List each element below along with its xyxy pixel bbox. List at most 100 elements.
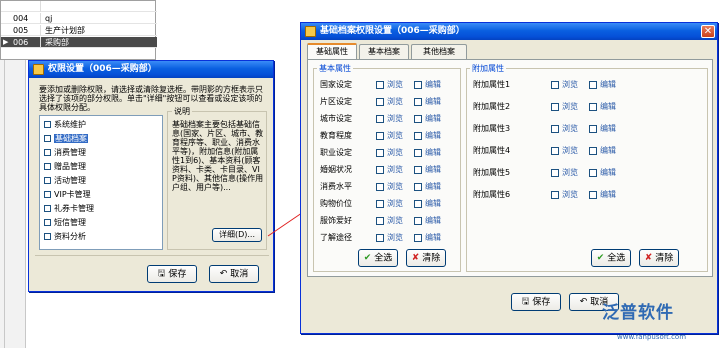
edit-checkbox[interactable]: 编辑 [589, 189, 616, 201]
browse-checkbox[interactable]: 浏览 [551, 123, 578, 135]
checkbox[interactable] [551, 80, 559, 89]
checkbox[interactable] [376, 199, 384, 208]
browse-checkbox[interactable]: 浏览 [376, 113, 403, 125]
checkbox[interactable] [589, 168, 597, 177]
brand-url: www.fanpusoft.com [617, 333, 687, 341]
edit-label: 编辑 [425, 199, 441, 208]
app-icon [305, 26, 316, 37]
checkbox[interactable] [589, 80, 597, 89]
tab-panel: 基本属性 国家设定 浏览 编辑 片区设定 浏览 编辑 城市设定 浏览 编辑 教育程度 浏览 编辑 职业设… [307, 59, 713, 277]
checkbox[interactable] [589, 124, 597, 133]
browse-label: 浏览 [562, 102, 578, 111]
edit-checkbox[interactable]: 编辑 [589, 79, 616, 91]
checkbox[interactable] [376, 233, 384, 242]
browse-checkbox[interactable]: 浏览 [551, 189, 578, 201]
property-label: 了解途径 [320, 233, 352, 242]
checkbox[interactable] [414, 114, 422, 123]
save-button[interactable]: 🖫 保存 [511, 293, 561, 311]
checkbox[interactable] [551, 102, 559, 111]
edit-label: 编辑 [425, 80, 441, 89]
checkbox[interactable] [376, 216, 384, 225]
edit-checkbox[interactable]: 编辑 [414, 198, 441, 210]
checkbox[interactable] [414, 80, 422, 89]
browse-checkbox[interactable]: 浏览 [551, 101, 578, 113]
checkbox[interactable] [551, 168, 559, 177]
edit-label: 编辑 [425, 182, 441, 191]
browse-label: 浏览 [387, 182, 403, 191]
checkbox[interactable] [551, 146, 559, 155]
checkbox[interactable] [376, 131, 384, 140]
checkbox[interactable] [376, 114, 384, 123]
edit-checkbox[interactable]: 编辑 [414, 232, 441, 244]
clear-button[interactable]: ✘ 清除 [639, 249, 679, 267]
browse-checkbox[interactable]: 浏览 [376, 96, 403, 108]
close-icon[interactable]: ✕ [701, 25, 715, 38]
checkbox[interactable] [551, 124, 559, 133]
browse-checkbox[interactable]: 浏览 [376, 147, 403, 159]
browse-label: 浏览 [562, 168, 578, 177]
browse-checkbox[interactable]: 浏览 [376, 130, 403, 142]
checkbox[interactable] [414, 216, 422, 225]
edit-checkbox[interactable]: 编辑 [414, 147, 441, 159]
edit-label: 编辑 [425, 131, 441, 140]
browse-label: 浏览 [562, 146, 578, 155]
checkbox[interactable] [589, 146, 597, 155]
checkbox[interactable] [414, 199, 422, 208]
browse-checkbox[interactable]: 浏览 [376, 164, 403, 176]
checkbox[interactable] [376, 165, 384, 174]
checkbox[interactable] [376, 182, 384, 191]
browse-checkbox[interactable]: 浏览 [376, 181, 403, 193]
edit-checkbox[interactable]: 编辑 [589, 123, 616, 135]
edit-label: 编辑 [425, 97, 441, 106]
clear-button[interactable]: ✘ 清除 [406, 249, 446, 267]
tab-other-archive[interactable]: 其他档案 [411, 44, 467, 59]
check-icon: ✔ [596, 253, 605, 263]
checkbox[interactable] [414, 131, 422, 140]
checkbox[interactable] [589, 190, 597, 199]
checkbox[interactable] [414, 148, 422, 157]
basic-properties-group: 基本属性 国家设定 浏览 编辑 片区设定 浏览 编辑 城市设定 浏览 编辑 教育程度 浏览 编辑 职业设… [313, 63, 461, 272]
select-all-button[interactable]: ✔ 全选 [591, 249, 631, 267]
edit-checkbox[interactable]: 编辑 [414, 164, 441, 176]
property-label: 国家设定 [320, 80, 352, 89]
edit-label: 编辑 [425, 165, 441, 174]
tab-basic-properties[interactable]: 基础属性 [307, 43, 357, 59]
checkbox[interactable] [376, 80, 384, 89]
checkbox[interactable] [414, 97, 422, 106]
property-label: 购物价位 [320, 199, 352, 208]
edit-checkbox[interactable]: 编辑 [589, 101, 616, 113]
checkbox[interactable] [376, 148, 384, 157]
checkbox[interactable] [376, 97, 384, 106]
edit-checkbox[interactable]: 编辑 [414, 79, 441, 91]
edit-checkbox[interactable]: 编辑 [414, 130, 441, 142]
edit-label: 编辑 [425, 233, 441, 242]
edit-checkbox[interactable]: 编辑 [414, 96, 441, 108]
property-label: 教育程度 [320, 131, 352, 140]
browse-checkbox[interactable]: 浏览 [551, 167, 578, 179]
browse-checkbox[interactable]: 浏览 [376, 232, 403, 244]
property-label: 附加属性5 [473, 168, 511, 177]
browse-label: 浏览 [562, 190, 578, 199]
archive-dialog-title: 基础档案权限设置（006—采购部） [320, 26, 465, 36]
browse-checkbox[interactable]: 浏览 [376, 215, 403, 227]
checkbox[interactable] [414, 233, 422, 242]
browse-label: 浏览 [387, 148, 403, 157]
browse-checkbox[interactable]: 浏览 [551, 145, 578, 157]
edit-checkbox[interactable]: 编辑 [414, 215, 441, 227]
edit-checkbox[interactable]: 编辑 [414, 113, 441, 125]
checkbox[interactable] [414, 165, 422, 174]
browse-checkbox[interactable]: 浏览 [551, 79, 578, 91]
checkbox[interactable] [414, 182, 422, 191]
browse-label: 浏览 [387, 165, 403, 174]
browse-checkbox[interactable]: 浏览 [376, 198, 403, 210]
property-label: 附加属性4 [473, 146, 511, 155]
tab-basic-archive[interactable]: 基本档案 [359, 44, 409, 59]
edit-checkbox[interactable]: 编辑 [589, 167, 616, 179]
browse-checkbox[interactable]: 浏览 [376, 79, 403, 91]
archive-dialog-titlebar[interactable]: 基础档案权限设置（006—采购部） ✕ [301, 23, 717, 40]
edit-checkbox[interactable]: 编辑 [414, 181, 441, 193]
checkbox[interactable] [589, 102, 597, 111]
edit-checkbox[interactable]: 编辑 [589, 145, 616, 157]
select-all-button[interactable]: ✔ 全选 [358, 249, 398, 267]
checkbox[interactable] [551, 190, 559, 199]
